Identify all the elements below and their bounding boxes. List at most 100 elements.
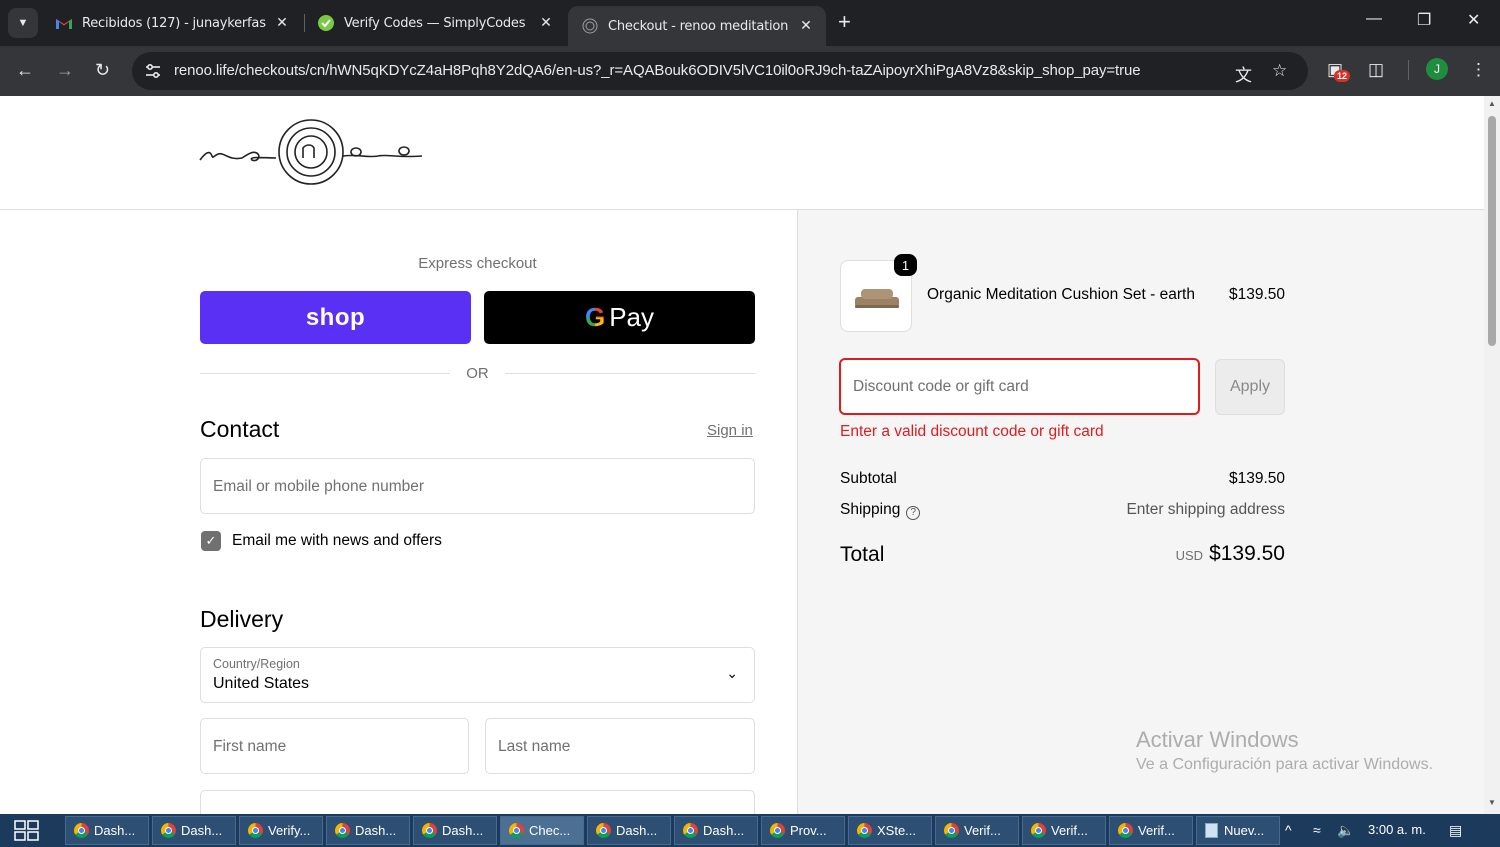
scroll-thumb[interactable] [1488,116,1496,346]
toolbar-separator [1408,60,1409,80]
google-pay-label: Pay [609,302,655,332]
first-name-placeholder: First name [213,738,287,755]
taskbar-item-active[interactable]: Chec... [500,816,584,845]
country-label: Country/Region [213,657,300,671]
close-icon[interactable]: ✕ [798,18,814,34]
profile-avatar[interactable]: J [1426,58,1448,80]
restore-button[interactable]: ❐ [1417,10,1431,30]
back-button[interactable]: ← [16,60,34,80]
shop-pay-button[interactable]: shop [200,291,471,344]
email-field[interactable]: Email or mobile phone number [200,458,755,514]
discount-placeholder: Discount code or gift card [853,378,1029,395]
divider-line [505,373,755,374]
taskbar-item[interactable]: Verif... [1022,816,1106,845]
product-price: $139.50 [1228,286,1285,303]
notification-center-icon[interactable]: ▤ [1449,822,1462,839]
taskbar-item[interactable]: Dash... [152,816,236,845]
taskbar-item-label: Verif... [964,823,1001,838]
taskbar-item[interactable]: XSte... [848,816,932,845]
chrome-icon [509,823,524,838]
taskbar-item[interactable]: Verify... [239,816,323,845]
taskbar-item[interactable]: Verif... [1109,816,1193,845]
reload-button[interactable]: ↻ [95,60,110,80]
total-amount: $139.50 [1209,542,1285,565]
minimize-button[interactable]: — [1366,10,1382,28]
product-name: Organic Meditation Cushion Set - earth [927,286,1195,303]
taskbar-item[interactable]: Verif... [935,816,1019,845]
browser-tab-strip: ▼ Recibidos (127) - junaykerfaster ✕ Ver… [0,0,1500,46]
shipping-row: Shipping? [840,501,921,520]
windows-taskbar: Dash... Dash... Verify... Dash... Dash..… [0,814,1500,847]
tray-expand-icon[interactable]: ^ [1285,822,1292,838]
chevron-down-icon: ▼ [17,17,29,29]
taskbar-item[interactable]: Dash... [587,816,671,845]
chrome-icon [335,823,350,838]
tab-simplycodes[interactable]: Verify Codes — SimplyCodes ✕ [304,6,566,40]
close-window-button[interactable]: ✕ [1467,10,1480,30]
url-text[interactable]: renoo.life/checkouts/cn/hWN5qKDYcZ4aH8Pq… [174,62,1141,79]
taskbar-item-label: XSte... [877,823,917,838]
gmail-icon [56,15,72,31]
taskbar-item-label: Chec... [529,823,571,838]
taskbar-item-label: Dash... [616,823,658,838]
browser-toolbar: ← → ↻ renoo.life/checkouts/cn/hWN5qKDYcZ… [0,46,1500,96]
last-name-field[interactable]: Last name [485,718,755,774]
chrome-icon [161,823,176,838]
taskbar-item[interactable]: Dash... [65,816,149,845]
chrome-icon [857,823,872,838]
start-menu-icon[interactable] [14,820,40,842]
site-info-icon[interactable] [144,62,162,80]
close-icon[interactable]: ✕ [274,15,290,31]
country-select[interactable]: Country/Region United States ⌄ [200,647,755,703]
chrome-icon [74,823,89,838]
taskbar-item[interactable]: Dash... [413,816,497,845]
address-bar[interactable]: renoo.life/checkouts/cn/hWN5qKDYcZ4aH8Pq… [132,52,1308,90]
subtotal-label: Subtotal [840,470,897,487]
taskbar-item[interactable]: Dash... [674,816,758,845]
scroll-up-icon[interactable]: ▲ [1488,99,1496,108]
tab-search-button[interactable]: ▼ [8,8,38,38]
apply-label: Apply [1229,378,1271,395]
renoo-logo[interactable] [198,116,424,188]
scroll-down-icon[interactable]: ▼ [1488,798,1496,807]
taskbar-item[interactable]: Nuev... [1196,816,1280,845]
taskbar-item-label: Dash... [703,823,745,838]
discount-error-message: Enter a valid discount code or gift card [840,423,1104,440]
shop-pay-label: shop [305,303,366,331]
first-name-field[interactable]: First name [200,718,469,774]
chrome-icon [683,823,698,838]
tab-checkout[interactable]: Checkout - renoo meditation || ✕ [568,6,826,46]
express-checkout-label: Express checkout [418,255,537,272]
forward-button[interactable]: → [56,60,74,80]
taskbar-item[interactable]: Dash... [326,816,410,845]
news-checkbox[interactable]: ✓ [201,531,221,551]
apply-button[interactable]: Apply [1215,359,1285,415]
taskbar-item[interactable]: Prov... [761,816,845,845]
company-field[interactable] [200,790,755,814]
news-checkbox-label[interactable]: Email me with news and offers [232,532,442,550]
taskbar-item-label: Dash... [181,823,223,838]
windows-activation-subtitle: Ve a Configuración para activar Windows. [1136,756,1434,773]
new-tab-button[interactable]: + [838,11,851,33]
sign-in-link[interactable]: Sign in [707,422,753,439]
translate-icon[interactable]: 文 [1235,61,1252,86]
puzzle-icon[interactable]: ◫ [1368,60,1384,80]
chrome-icon [596,823,611,838]
total-label: Total [840,543,885,566]
taskbar-item-label: Verif... [1138,823,1175,838]
notepad-icon [1205,823,1218,838]
tab-gmail[interactable]: Recibidos (127) - junaykerfaster ✕ [42,6,302,40]
google-pay-button[interactable]: G Pay [484,291,755,344]
simplycodes-icon [318,15,334,31]
close-icon[interactable]: ✕ [538,15,554,31]
discount-code-field[interactable]: Discount code or gift card [839,358,1200,415]
page-scrollbar[interactable]: ▲ ▼ [1484,96,1500,814]
shipping-label: Shipping [840,501,901,518]
more-menu-icon[interactable]: ⋮ [1470,60,1487,80]
bookmark-star-icon[interactable]: ☆ [1272,61,1287,81]
network-icon[interactable]: ≈ [1313,822,1321,838]
taskbar-clock[interactable]: 3:00 a. m. [1368,822,1426,837]
volume-icon[interactable]: 🔈 [1337,822,1354,839]
taskbar-item-label: Dash... [355,823,397,838]
help-icon[interactable]: ? [906,506,921,520]
